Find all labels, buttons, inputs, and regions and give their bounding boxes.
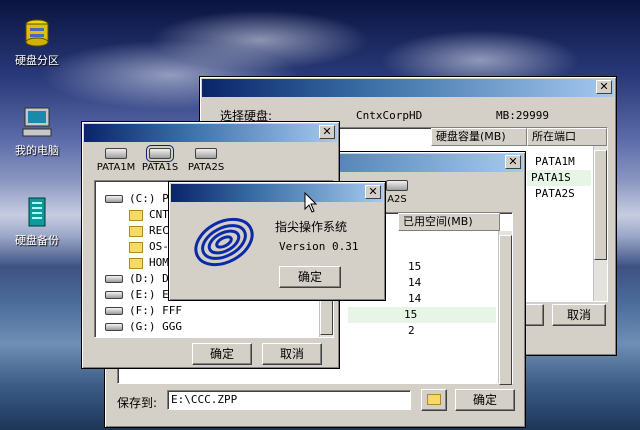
save-to-label: 保存到:: [117, 396, 158, 410]
close-button[interactable]: ✕: [596, 80, 612, 94]
ok-button[interactable]: 确定: [192, 343, 252, 365]
desktop-icon-label: 硬盘备份: [15, 234, 59, 247]
desktop-icon-label: 我的电脑: [15, 144, 59, 157]
drive-button-pata2s[interactable]: PATA2S: [184, 148, 228, 173]
drive-icon: [146, 145, 174, 162]
tree-item[interactable]: (E:) EE: [105, 287, 175, 303]
folder-icon: [129, 225, 143, 237]
scrollbar[interactable]: [498, 231, 512, 385]
used-cell[interactable]: 2: [404, 323, 512, 339]
about-version: Version 0.31: [279, 240, 359, 253]
desktop-icon-partition[interactable]: 硬盘分区: [2, 16, 72, 68]
drive-icon: [105, 195, 123, 203]
about-dialog: ✕ 指尖操作系统 Version 0.31 确定: [168, 181, 386, 301]
drive-icon: [195, 148, 217, 159]
close-button[interactable]: ✕: [505, 155, 521, 169]
mouse-cursor-icon: [304, 191, 318, 217]
about-ok-button[interactable]: 确定: [279, 266, 341, 288]
drive-icon: [105, 291, 123, 299]
drive-label: PATA2S: [187, 162, 225, 173]
drive-button-pata1s[interactable]: PATA1S: [138, 145, 182, 173]
drive-icon: [105, 148, 127, 159]
drive-label: A2S: [387, 194, 407, 205]
drive-button-pata1m[interactable]: PATA1M: [94, 148, 138, 173]
tree-item[interactable]: OS-: [129, 239, 169, 255]
drive-icon: [105, 275, 123, 283]
tree-item[interactable]: HOM: [129, 255, 169, 271]
drive-label: PATA1M: [96, 162, 136, 173]
column-header-used-space[interactable]: 已用空间(MB): [398, 213, 500, 231]
used-cell[interactable]: 14: [404, 275, 512, 291]
port-cell[interactable]: PATA1S: [527, 170, 591, 186]
backup-icon: [21, 196, 53, 228]
desktop-icon-backup[interactable]: 硬盘备份: [2, 196, 72, 248]
desktop-icon-label: 硬盘分区: [15, 54, 59, 67]
save-path-input[interactable]: E:\CCC.ZPP: [167, 390, 411, 410]
logo-icon: [191, 212, 257, 273]
tree-item[interactable]: CNT: [129, 207, 169, 223]
tree-item[interactable]: (D:) DD: [105, 271, 175, 287]
tree-item[interactable]: (C:) PL: [105, 191, 175, 207]
tree-item[interactable]: (G:) GGG: [105, 319, 182, 335]
tree-item[interactable]: REC: [129, 223, 169, 239]
disk-stack-icon: [21, 16, 53, 48]
drive-icon: [105, 307, 123, 315]
column-header-capacity[interactable]: 硬盘容量(MB): [431, 128, 527, 146]
scrollbar[interactable]: [593, 146, 607, 301]
browse-folder-button[interactable]: [421, 389, 447, 411]
cancel-button[interactable]: 取消: [262, 343, 322, 365]
drive-icon: [105, 323, 123, 331]
ok-button[interactable]: 确定: [455, 389, 515, 411]
disk-size: MB:29999: [496, 109, 549, 122]
about-title: 指尖操作系统: [275, 220, 348, 234]
disk-name: CntxCorpHD: [356, 109, 423, 122]
title-bar[interactable]: [202, 79, 614, 97]
title-bar[interactable]: [171, 184, 383, 202]
used-cell[interactable]: 15: [348, 307, 496, 323]
tree-item[interactable]: (F:) FFF: [105, 303, 182, 319]
computer-icon: [21, 106, 53, 138]
drive-icon: [386, 180, 408, 191]
drive-label: PATA1S: [141, 162, 179, 173]
close-button[interactable]: ✕: [319, 125, 335, 139]
title-bar[interactable]: [84, 124, 337, 142]
folder-icon: [129, 209, 143, 221]
used-cell[interactable]: 14: [404, 291, 512, 307]
close-button[interactable]: ✕: [365, 185, 381, 199]
folder-icon: [427, 394, 441, 405]
folder-icon: [129, 241, 143, 253]
cancel-button[interactable]: 取消: [552, 304, 606, 326]
used-cell[interactable]: 15: [404, 259, 512, 275]
column-header-port[interactable]: 所在端口: [527, 128, 607, 146]
folder-icon: [129, 257, 143, 269]
desktop-icon-my-computer[interactable]: 我的电脑: [2, 106, 72, 158]
